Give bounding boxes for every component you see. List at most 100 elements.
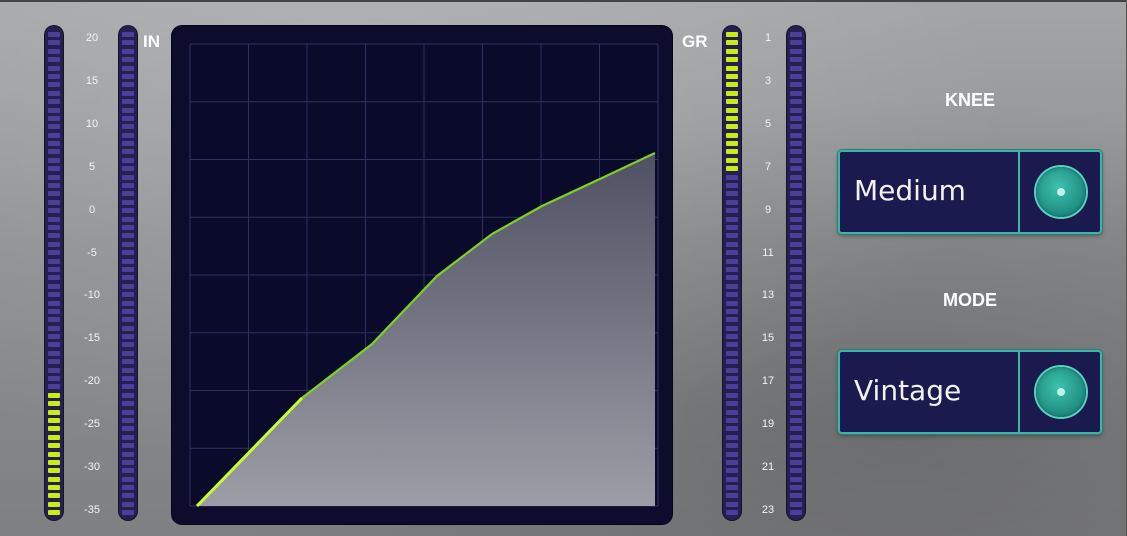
input-scale-tick: 10 bbox=[85, 117, 99, 130]
meter-segment bbox=[48, 183, 60, 189]
meter-segment bbox=[790, 501, 802, 507]
meter-segment bbox=[48, 115, 60, 121]
meter-segment bbox=[48, 141, 60, 147]
meter-segment bbox=[48, 199, 60, 205]
meter-segment bbox=[48, 258, 60, 264]
meter-segment bbox=[790, 224, 802, 230]
meter-segment bbox=[48, 250, 60, 256]
meter-segment bbox=[122, 40, 134, 46]
meter-segment bbox=[726, 443, 738, 449]
meter-segment bbox=[48, 334, 60, 340]
meter-segment bbox=[790, 485, 802, 491]
meter-segment bbox=[122, 48, 134, 54]
meter-segment bbox=[122, 409, 134, 415]
meter-segment bbox=[122, 401, 134, 407]
meter-segment-lit bbox=[48, 392, 60, 398]
mode-selector[interactable]: Vintage bbox=[838, 350, 1102, 434]
transfer-curve-graph[interactable] bbox=[172, 26, 672, 524]
meter-segment bbox=[726, 451, 738, 457]
meter-segment bbox=[790, 459, 802, 465]
meter-segment bbox=[48, 216, 60, 222]
gain-reduction-scale-tick: 13 bbox=[761, 289, 775, 302]
meter-segment bbox=[122, 417, 134, 423]
meter-segment bbox=[48, 82, 60, 88]
meter-segment bbox=[790, 157, 802, 163]
meter-segment bbox=[122, 493, 134, 499]
mode-knob[interactable] bbox=[1036, 367, 1086, 417]
meter-segment bbox=[122, 241, 134, 247]
meter-segment bbox=[48, 99, 60, 105]
meter-segment bbox=[48, 73, 60, 79]
mode-divider bbox=[1018, 352, 1020, 432]
meter-segment bbox=[790, 317, 802, 323]
meter-segment bbox=[122, 334, 134, 340]
meter-segment bbox=[122, 90, 134, 96]
meter-segment bbox=[726, 367, 738, 373]
meter-segment-lit bbox=[726, 99, 738, 105]
meter-segment bbox=[726, 426, 738, 432]
meter-segment bbox=[122, 183, 134, 189]
meter-segment bbox=[790, 476, 802, 482]
meter-segment bbox=[122, 99, 134, 105]
meter-segment-lit bbox=[726, 149, 738, 155]
meter-segment bbox=[122, 459, 134, 465]
meter-segment bbox=[48, 241, 60, 247]
meter-segment bbox=[790, 183, 802, 189]
meter-segment bbox=[726, 476, 738, 482]
meter-segment bbox=[122, 325, 134, 331]
meter-segment bbox=[726, 224, 738, 230]
meter-segment bbox=[122, 384, 134, 390]
meter-segment bbox=[48, 275, 60, 281]
input-scale: 20 15 10 5 0 -5 -10 -15 -20 -25 -30 -35 bbox=[72, 32, 112, 516]
gain-reduction-scale: 1 3 5 7 9 11 13 15 17 19 21 23 bbox=[748, 32, 788, 516]
meter-segment-lit bbox=[48, 510, 60, 516]
meter-segment bbox=[790, 401, 802, 407]
meter-segment bbox=[790, 32, 802, 37]
meter-segment bbox=[790, 409, 802, 415]
meter-segment-lit bbox=[48, 451, 60, 457]
meter-segment bbox=[726, 392, 738, 398]
meter-segment bbox=[122, 510, 134, 516]
meter-segment bbox=[48, 359, 60, 365]
meter-segment-lit bbox=[48, 434, 60, 440]
meter-segment bbox=[726, 266, 738, 272]
meter-segment-lit bbox=[726, 82, 738, 88]
meter-segment bbox=[790, 191, 802, 197]
meter-segment bbox=[790, 417, 802, 423]
meter-segment bbox=[790, 359, 802, 365]
knee-knob[interactable] bbox=[1036, 167, 1086, 217]
gain-reduction-scale-tick: 19 bbox=[761, 418, 775, 431]
meter-segment-lit bbox=[726, 107, 738, 113]
meter-segment bbox=[122, 283, 134, 289]
meter-segment-lit bbox=[48, 417, 60, 423]
meter-segment bbox=[790, 57, 802, 63]
meter-segment bbox=[726, 485, 738, 491]
meter-segment bbox=[790, 199, 802, 205]
meter-segment bbox=[122, 501, 134, 507]
knee-selector[interactable]: Medium bbox=[838, 150, 1102, 234]
meter-segment-lit bbox=[48, 493, 60, 499]
meter-segment-lit bbox=[48, 476, 60, 482]
mode-label: MODE bbox=[943, 290, 997, 310]
knee-label: KNEE bbox=[944, 90, 995, 110]
meter-segment bbox=[790, 426, 802, 432]
meter-segment bbox=[48, 149, 60, 155]
input-scale-tick: -25 bbox=[84, 418, 100, 431]
meter-segment bbox=[48, 292, 60, 298]
meter-segment bbox=[48, 233, 60, 239]
gain-reduction-meter-right bbox=[787, 26, 805, 520]
gain-reduction-scale-tick: 23 bbox=[761, 503, 775, 516]
meter-segment bbox=[122, 191, 134, 197]
meter-segment bbox=[122, 216, 134, 222]
meter-segment bbox=[726, 191, 738, 197]
meter-segment bbox=[726, 308, 738, 314]
input-scale-tick: -20 bbox=[84, 375, 100, 388]
meter-segment-lit bbox=[48, 409, 60, 415]
meter-segment-lit bbox=[726, 65, 738, 71]
meter-segment bbox=[122, 350, 134, 356]
meter-segment bbox=[790, 283, 802, 289]
gain-reduction-meter-left bbox=[723, 26, 741, 520]
meter-segment bbox=[48, 384, 60, 390]
input-scale-tick: 5 bbox=[88, 160, 96, 173]
input-scale-tick: 20 bbox=[85, 32, 99, 44]
